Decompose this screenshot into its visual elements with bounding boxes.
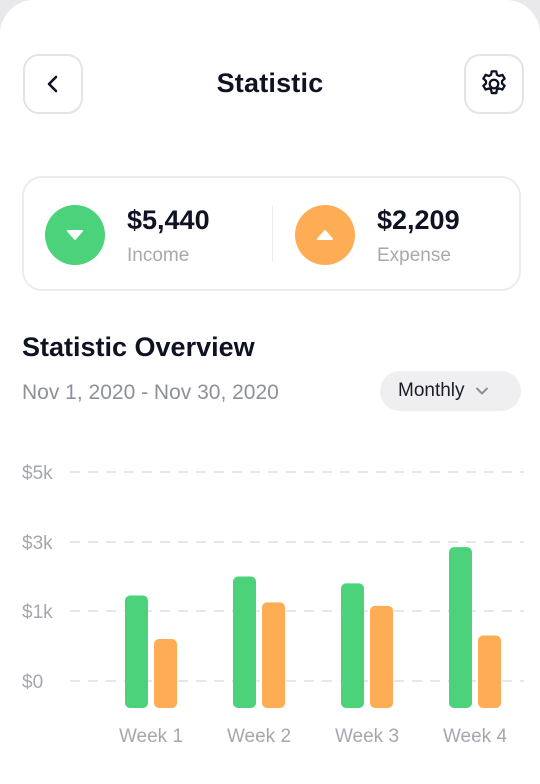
expense-bar[interactable] [262, 602, 285, 708]
expense-bar[interactable] [154, 639, 177, 708]
arrow-down-icon [67, 230, 83, 240]
income-bar[interactable] [233, 576, 256, 709]
period-dropdown-value: Monthly [398, 380, 465, 401]
income-badge [45, 205, 105, 265]
gear-icon [482, 70, 506, 95]
expense-badge [295, 205, 355, 265]
y-tick-label: $0 [22, 672, 43, 693]
income-bar[interactable] [125, 595, 148, 708]
expense-amount: $2,209 [377, 205, 460, 235]
income-amount: $5,440 [127, 205, 210, 235]
arrow-up-icon [317, 230, 333, 240]
x-tick-label: Week 4 [443, 726, 508, 747]
date-range: Nov 1, 2020 - Nov 30, 2020 [22, 381, 279, 404]
income-label: Income [127, 245, 190, 266]
summary-divider [272, 206, 273, 262]
overview-title: Statistic Overview [22, 332, 255, 362]
y-tick-label: $1k [22, 602, 53, 623]
statistic-screen: Statistic $5,440 Income $2,209 Expense S… [0, 0, 540, 784]
balance-summary-card: $5,440 Income $2,209 Expense [22, 176, 521, 291]
period-dropdown[interactable]: Monthly [380, 371, 521, 411]
expense-bar[interactable] [370, 605, 393, 708]
y-tick-label: $5k [22, 463, 53, 484]
settings-button[interactable] [464, 54, 524, 114]
y-tick-label: $3k [22, 533, 53, 554]
statistic-bar-chart: $0 $1k $3k $5k Week 1 Week 2 Week 3 Week 4 [22, 463, 524, 747]
chevron-down-icon [475, 386, 489, 396]
x-tick-label: Week 1 [119, 726, 183, 747]
income-bar[interactable] [449, 547, 472, 708]
x-tick-label: Week 3 [335, 726, 399, 747]
expense-bar[interactable] [478, 635, 501, 709]
x-tick-label: Week 2 [227, 726, 291, 747]
page-title: Statistic [216, 68, 324, 98]
expense-label: Expense [377, 245, 451, 266]
income-bar[interactable] [341, 583, 364, 708]
